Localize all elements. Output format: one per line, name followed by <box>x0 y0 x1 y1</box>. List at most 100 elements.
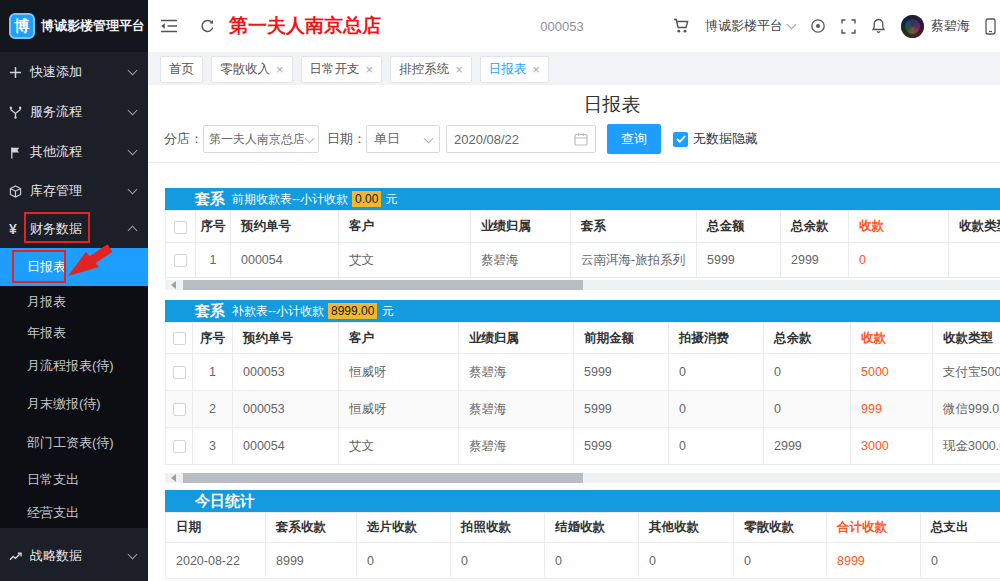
topbar: 第一夫人南京总店 000053 博诚影楼平台 <box>148 0 1000 52</box>
table-cell: 0 <box>849 243 949 278</box>
branch-value: 第一夫人南京总店 <box>209 131 304 148</box>
annotation-box-daily-report <box>12 250 66 283</box>
platform-select[interactable]: 博诚影楼平台 <box>705 17 795 35</box>
tab-home[interactable]: 首页 <box>160 56 203 83</box>
hide-empty-checkbox[interactable] <box>673 132 688 147</box>
table-title-rest: 补款表--小计收款 <box>232 303 324 320</box>
select-all-checkbox[interactable] <box>174 221 187 234</box>
table-section-package-supplement: 套系补款表--小计收款8999.00元序号预约单号客户业绩归属前期金额拍摄消费总… <box>165 300 1000 465</box>
sidebar-item-service-flow[interactable]: 服务流程 <box>0 92 148 132</box>
date-input[interactable]: 2020/08/22 <box>446 125 596 153</box>
table-cell: 0 <box>764 354 851 391</box>
column-header: 总支出 <box>921 513 1000 543</box>
sidebar-subitem-yearly-report[interactable]: 年报表 <box>0 318 148 348</box>
column-header: 收款类型 <box>949 211 1000 243</box>
select-all-checkbox[interactable] <box>173 332 186 345</box>
tab-label: 日常开支 <box>310 61 360 78</box>
table-cell: 2999 <box>764 428 851 465</box>
column-header: 收款类型 <box>933 323 1000 354</box>
sidebar-subitem-label: 日常支出 <box>27 471 79 489</box>
scrollbar-thumb[interactable] <box>183 473 583 483</box>
tab-scattered-income[interactable]: 零散收入× <box>211 56 293 83</box>
chevron-up-icon <box>128 226 138 236</box>
table-cell: 0 <box>669 354 764 391</box>
app-logo: 博 博诚影楼管理平台 <box>0 0 148 52</box>
table-cell: 0 <box>451 543 545 579</box>
sidebar-subitem-label: 部门工资表(待) <box>27 434 114 452</box>
row-checkbox[interactable] <box>173 403 186 416</box>
column-header: 业绩归属 <box>471 211 571 243</box>
tab-scheduling[interactable]: 排控系统 × <box>390 56 472 83</box>
sidebar-subitem-department-salary[interactable]: 部门工资表(待) <box>0 424 148 462</box>
trend-icon <box>9 550 25 563</box>
row-checkbox[interactable] <box>173 440 186 453</box>
table-row: 1000053恒威呀蔡碧海5999005000支付宝5000 <box>166 354 1000 391</box>
amount-unit: 元 <box>381 303 393 320</box>
date-mode-select[interactable]: 单日 <box>366 125 440 153</box>
hide-empty-label: 无数据隐藏 <box>693 130 758 148</box>
cart-icon[interactable] <box>673 18 690 34</box>
tab-label: 排控系统 <box>399 61 449 78</box>
close-icon[interactable]: × <box>366 63 374 76</box>
close-icon[interactable]: × <box>276 63 284 76</box>
table-cell: 云南洱海-旅拍系列 <box>571 243 697 278</box>
column-header: 序号 <box>193 323 233 354</box>
horizontal-scrollbar[interactable] <box>165 473 1000 483</box>
page-content: 日报表 分店： 第一夫人南京总店 日期： 单日 2020/08/22 查询 <box>148 85 1000 581</box>
close-icon[interactable]: × <box>455 63 463 76</box>
user-menu[interactable]: 蔡碧海 <box>901 15 970 38</box>
tab-daily-report[interactable]: 日报表× <box>480 56 549 83</box>
sidebar-item-label: 战略数据 <box>30 547 129 565</box>
branch-label: 分店： <box>164 130 203 148</box>
fullscreen-icon[interactable] <box>841 19 856 34</box>
main-pane: 第一夫人南京总店 000053 博诚影楼平台 <box>148 0 1000 581</box>
subtotal-amount: 8999.00 <box>328 303 377 319</box>
sidebar-item-other-flow[interactable]: 其他流程 <box>0 132 148 172</box>
sidebar-subitem-monthly-report[interactable]: 月报表 <box>0 286 148 318</box>
refresh-icon[interactable] <box>200 19 215 34</box>
tab-daily-expense[interactable]: 日常开支 × <box>301 56 383 83</box>
sidebar-subitem-daily-expense[interactable]: 日常支出 <box>0 462 148 498</box>
sidebar-item-strategy[interactable]: 战略数据 <box>0 536 148 576</box>
table-cell: 1 <box>196 243 231 278</box>
bell-icon[interactable] <box>871 18 886 34</box>
sidebar-subitem-operating-expense[interactable]: 经营支出 <box>0 498 148 528</box>
column-header: 日期 <box>166 513 266 543</box>
search-button[interactable]: 查询 <box>607 124 661 154</box>
horizontal-scrollbar[interactable] <box>165 280 1000 290</box>
table-cell: 3 <box>193 428 233 465</box>
table-cell: 5999 <box>574 391 669 428</box>
record-icon[interactable] <box>810 18 826 34</box>
topbar-actions: 博诚影楼平台 蔡碧海 <box>673 15 996 38</box>
table-cell: 2020-08-22 <box>166 543 266 579</box>
sidebar-item-inventory[interactable]: 库存管理 <box>0 172 148 210</box>
branch-select[interactable]: 第一夫人南京总店 <box>203 125 319 153</box>
scrollbar-thumb[interactable] <box>183 280 583 290</box>
table-section-package-advance: 套系前期收款表--小计收款0.00元序号预约单号客户业绩归属套系总金额总余款收款… <box>165 188 1000 278</box>
column-header: 其他收款 <box>639 513 734 543</box>
column-header: 收款 <box>851 323 933 354</box>
table-cell: 1 <box>193 354 233 391</box>
scroll-left-arrow[interactable] <box>167 281 176 289</box>
amount-unit: 元 <box>385 191 397 208</box>
table-cell: 5999 <box>697 243 781 278</box>
table-title-strong: 今日统计 <box>195 492 255 511</box>
row-checkbox[interactable] <box>173 366 186 379</box>
order-number: 000053 <box>381 19 673 34</box>
table-cell: 000053 <box>233 354 339 391</box>
collapse-menu-icon[interactable] <box>160 19 178 33</box>
filter-bar: 分店： 第一夫人南京总店 日期： 单日 2020/08/22 查询 <box>164 124 1000 154</box>
column-header: 套系收款 <box>266 513 357 543</box>
chevron-down-icon <box>128 66 138 76</box>
column-header: 合计收款 <box>827 513 921 543</box>
sidebar-subitem-month-end-report[interactable]: 月末缴报(待) <box>0 384 148 424</box>
plus-icon <box>9 66 25 79</box>
sidebar-item-quick-add[interactable]: 快速添加 <box>0 52 148 92</box>
sidebar-subitem-monthly-flow-report[interactable]: 月流程报表(待) <box>0 348 148 384</box>
table-row: 2000053恒威呀蔡碧海599900999微信999.0 <box>166 391 1000 428</box>
row-checkbox[interactable] <box>174 254 187 267</box>
close-icon[interactable]: × <box>532 63 540 76</box>
phone-icon[interactable] <box>985 18 996 35</box>
tabbar: 首页零散收入×日常开支×排控系统×日报表× <box>148 52 1000 85</box>
scroll-left-arrow[interactable] <box>167 474 176 482</box>
